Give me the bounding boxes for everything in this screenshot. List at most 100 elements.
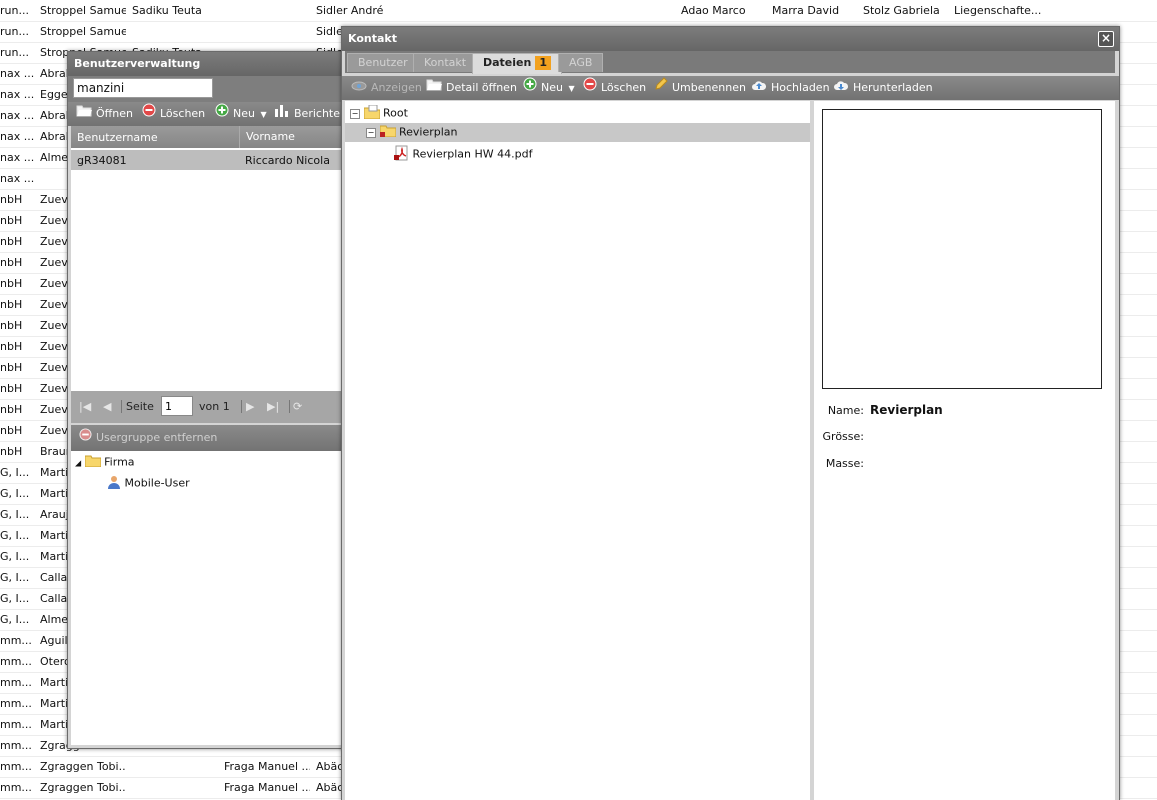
minus-circle-icon (79, 426, 92, 450)
open-button[interactable]: Öffnen (76, 102, 133, 126)
window-title: Kontakt (342, 27, 1119, 51)
tree-node-mobile-user[interactable]: Mobile-User (107, 475, 190, 492)
close-icon[interactable]: × (1098, 31, 1114, 47)
rename-button[interactable]: Umbenennen (654, 76, 746, 100)
collapse-toggle-icon[interactable]: − (350, 108, 360, 119)
new-label: Neu (541, 81, 563, 94)
cell-firstname: Riccardo Nicola (245, 154, 330, 167)
file-tree: − Root − Revierplan Revierplan HW 44.pdf (345, 101, 810, 800)
name-value: Revierplan (870, 403, 943, 417)
prev-page-icon[interactable]: ◀ (103, 400, 111, 413)
table-cell: Marra David (772, 4, 840, 17)
tab-bar: Benutzer Kontakt Dateien 1 AGB (345, 51, 1115, 74)
table-cell: mm... (0, 676, 32, 689)
table-cell: G, I... (0, 592, 30, 605)
user-grid-header: Benutzername Vorname (71, 126, 365, 148)
plus-circle-icon (523, 76, 537, 100)
root-folder-icon (363, 104, 380, 122)
search-input[interactable] (73, 78, 213, 98)
table-cell: nax ... (0, 172, 35, 185)
table-cell: nax ... (0, 109, 35, 122)
table-cell: nbH (0, 298, 23, 311)
tree-node-revierplan[interactable]: − Revierplan (366, 125, 458, 140)
table-cell: nax ... (0, 151, 35, 164)
tree-label: Firma (104, 455, 135, 469)
table-cell: Adao Marco (681, 4, 746, 17)
upload-button[interactable]: Hochladen (751, 76, 830, 100)
last-page-icon[interactable]: ▶| (267, 400, 279, 413)
window-title: Benutzerverwaltung (68, 52, 368, 76)
tree-node-firma[interactable]: ◢ Firma (75, 455, 135, 470)
chevron-down-icon: ▼ (260, 110, 267, 119)
open-label: Öffnen (96, 107, 133, 120)
collapse-arrow-icon[interactable]: ◢ (75, 459, 81, 468)
table-cell: mm... (0, 718, 32, 731)
plus-circle-icon (215, 102, 229, 126)
tab-benutzer[interactable]: Benutzer (347, 53, 419, 72)
table-row[interactable]: gR34081 Riccardo Nicola (71, 150, 365, 170)
table-cell: Zgraggen Tobi... (40, 760, 126, 773)
usergroup-toolbar: Usergruppe entfernen (71, 425, 365, 451)
remove-usergroup-label: Usergruppe entfernen (96, 431, 218, 444)
user-icon (107, 475, 121, 492)
pager: |◀ ◀ Seite von 1 ▶ ▶| ⟳ (71, 391, 365, 423)
table-cell: G, I... (0, 508, 30, 521)
preview-pane: Name: Revierplan Grösse: Masse: (814, 101, 1115, 800)
reports-label: Berichte (294, 107, 340, 120)
table-cell: Stolz Gabriela (863, 4, 940, 17)
tree-label: Revierplan HW 44.pdf (412, 147, 533, 161)
collapse-toggle-icon[interactable]: − (366, 127, 376, 138)
delete-button[interactable]: Löschen (583, 76, 646, 100)
folder-open-icon (426, 76, 442, 100)
reports-button[interactable]: Berichte (274, 102, 340, 126)
new-label: Neu (233, 107, 255, 120)
tree-node-file[interactable]: Revierplan HW 44.pdf (393, 145, 533, 164)
remove-usergroup-button[interactable]: Usergruppe entfernen (79, 426, 217, 450)
tab-agb[interactable]: AGB (558, 53, 604, 72)
table-cell: mm... (0, 655, 32, 668)
refresh-icon[interactable]: ⟳ (289, 400, 302, 413)
minus-circle-icon (583, 76, 597, 100)
table-cell: nbH (0, 277, 23, 290)
size-label: Grösse: (822, 430, 864, 443)
table-cell: G, I... (0, 550, 30, 563)
download-label: Herunterladen (853, 81, 933, 94)
view-button[interactable]: Anzeigen (351, 76, 422, 100)
cloud-download-icon (833, 76, 849, 100)
table-cell: nbH (0, 403, 23, 416)
dimensions-label: Masse: (825, 457, 864, 470)
tab-dateien[interactable]: Dateien 1 (472, 53, 562, 74)
first-page-icon[interactable]: |◀ (79, 400, 91, 413)
table-cell: run... (0, 4, 29, 17)
rename-label: Umbenennen (672, 81, 746, 94)
tree-label: Root (383, 106, 408, 120)
eye-icon (351, 76, 367, 100)
bar-chart-icon (274, 102, 290, 126)
new-button[interactable]: Neu ▼ (523, 76, 575, 100)
download-button[interactable]: Herunterladen (833, 76, 933, 100)
table-cell: nax ... (0, 88, 35, 101)
table-cell: nax ... (0, 67, 35, 80)
delete-label: Löschen (601, 81, 647, 94)
table-cell: mm... (0, 739, 32, 752)
table-row[interactable]: run... Stroppel Samuel Sadiku Teuta Sidler … (0, 0, 1157, 22)
delete-button[interactable]: Löschen (142, 102, 205, 126)
table-cell: nbH (0, 235, 23, 248)
open-detail-button[interactable]: Detail öffnen (426, 76, 517, 100)
table-cell: Zgraggen Tobi... (40, 781, 126, 794)
next-page-icon[interactable]: ▶ (241, 400, 254, 413)
user-toolbar: Öffnen Löschen Neu ▼ Berichte (68, 102, 368, 126)
column-username[interactable]: Benutzername (77, 131, 158, 144)
table-cell: mm... (0, 697, 32, 710)
tab-label: Dateien (483, 56, 532, 69)
tree-node-root[interactable]: − Root (350, 104, 408, 122)
new-button[interactable]: Neu ▼ (215, 102, 267, 126)
table-cell: G, I... (0, 466, 30, 479)
cell-username: gR34081 (77, 154, 127, 167)
tree-label: Mobile-User (124, 476, 190, 490)
page-input[interactable] (161, 396, 193, 416)
tab-kontakt[interactable]: Kontakt (413, 53, 478, 72)
table-cell: nbH (0, 319, 23, 332)
table-cell: run... (0, 46, 29, 59)
column-firstname[interactable]: Vorname (239, 126, 295, 148)
